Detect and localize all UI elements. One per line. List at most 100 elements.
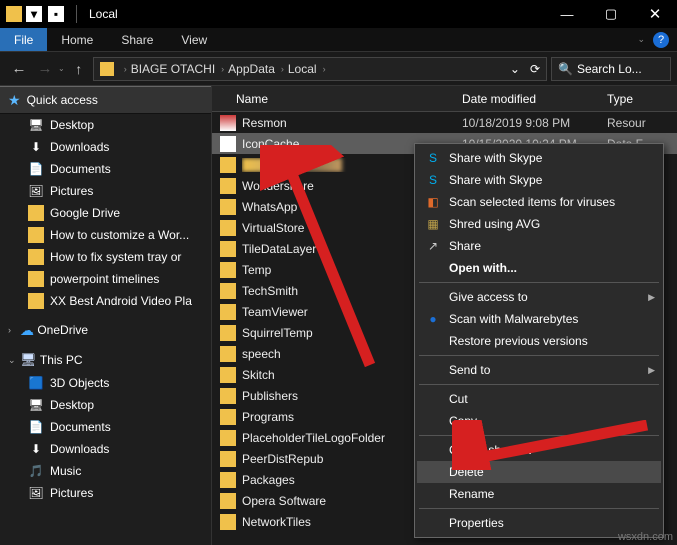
folder-icon <box>220 493 236 509</box>
folder-icon <box>220 367 236 383</box>
menu-item-icon <box>423 486 443 502</box>
view-tab[interactable]: View <box>167 28 221 51</box>
back-button[interactable]: ← <box>6 60 32 77</box>
forward-button[interactable]: → <box>32 60 58 77</box>
qat-icon[interactable]: ▾ <box>26 6 42 22</box>
sidebar-item[interactable]: 🟦3D Objects <box>0 372 211 394</box>
breadcrumb[interactable]: AppData <box>228 62 275 76</box>
sidebar-item-label: Desktop <box>50 398 94 412</box>
window-title: Local <box>89 7 118 21</box>
refresh-icon[interactable]: ⟳ <box>530 62 540 76</box>
context-menu-item[interactable]: ▦Shred using AVG <box>417 213 661 235</box>
file-icon <box>220 115 236 131</box>
sidebar-item[interactable]: 🎵Music <box>0 460 211 482</box>
item-icon: ⬇ <box>28 441 44 457</box>
sidebar-item-label: How to customize a Wor... <box>50 228 189 242</box>
sidebar-item[interactable]: 🖥Desktop <box>0 394 211 416</box>
menu-item-label: Scan selected items for viruses <box>449 195 661 209</box>
menu-item-icon: ◧ <box>423 194 443 210</box>
sidebar-item[interactable]: 📄Documents <box>0 416 211 438</box>
sidebar-item[interactable]: ⬇Downloads <box>0 438 211 460</box>
context-menu-item[interactable]: SShare with Skype <box>417 169 661 191</box>
sidebar-item-label: XX Best Android Video Pla <box>50 294 192 308</box>
file-row[interactable]: Resmon10/18/2019 9:08 PMResour <box>212 112 677 133</box>
item-icon <box>28 227 44 243</box>
sidebar-item[interactable]: 🖼Pictures <box>0 180 211 202</box>
context-menu-item[interactable]: Rename <box>417 483 661 505</box>
sidebar-item[interactable]: Google Drive <box>0 202 211 224</box>
folder-icon <box>220 451 236 467</box>
address-bar[interactable]: › BIAGE OTACHI › AppData › Local › ⌄ ⟳ <box>93 57 547 81</box>
close-button[interactable]: ✕ <box>633 0 677 28</box>
folder-icon <box>220 220 236 236</box>
context-menu-item[interactable]: Restore previous versions <box>417 330 661 352</box>
folder-icon <box>220 178 236 194</box>
context-menu-item[interactable]: Give access to▶ <box>417 286 661 308</box>
context-menu-item[interactable]: Open with... <box>417 257 661 279</box>
item-icon: 📄 <box>28 161 44 177</box>
sidebar-item[interactable]: How to customize a Wor... <box>0 224 211 246</box>
dropdown-icon[interactable]: ⌄ <box>510 62 520 76</box>
context-menu-item[interactable]: Cut <box>417 388 661 410</box>
folder-icon <box>220 472 236 488</box>
menu-item-label: Properties <box>449 516 661 530</box>
column-type[interactable]: Type <box>607 92 677 106</box>
menu-separator <box>419 435 659 436</box>
menu-item-icon: ▦ <box>423 216 443 232</box>
share-tab[interactable]: Share <box>107 28 167 51</box>
chevron-right-icon[interactable]: › <box>221 64 224 74</box>
sidebar-item[interactable]: 🖼Pictures <box>0 482 211 504</box>
context-menu-item[interactable]: Copy <box>417 410 661 432</box>
folder-icon <box>220 430 236 446</box>
cloud-icon: ☁ <box>20 322 34 339</box>
history-dropdown-icon[interactable]: ⌄ <box>58 64 65 73</box>
sidebar-item[interactable]: How to fix system tray or <box>0 246 211 268</box>
help-icon[interactable]: ? <box>653 32 669 48</box>
this-pc-group[interactable]: ⌄ 🖥 This PC <box>0 348 211 372</box>
sidebar-item-label: Documents <box>50 162 111 176</box>
chevron-down-icon[interactable]: ⌄ <box>8 355 20 366</box>
qat-icon[interactable]: ▪ <box>48 6 64 22</box>
home-tab[interactable]: Home <box>47 28 107 51</box>
folder-icon <box>220 199 236 215</box>
file-menu[interactable]: File <box>0 28 47 51</box>
menu-item-label: Delete <box>449 465 661 479</box>
menu-separator <box>419 355 659 356</box>
context-menu-item[interactable]: ●Scan with Malwarebytes <box>417 308 661 330</box>
chevron-right-icon[interactable]: › <box>124 64 127 74</box>
chevron-right-icon[interactable]: › <box>8 325 20 335</box>
context-menu-item[interactable]: Send to▶ <box>417 359 661 381</box>
context-menu-item[interactable]: Create shortcut <box>417 439 661 461</box>
pc-icon: 🖥 <box>20 352 37 368</box>
item-icon <box>28 293 44 309</box>
context-menu-item[interactable]: ↗Share <box>417 235 661 257</box>
file-icon <box>220 136 236 152</box>
ribbon-toggle-icon[interactable]: ⌄ <box>637 34 645 45</box>
sidebar-item[interactable]: XX Best Android Video Pla <box>0 290 211 312</box>
sidebar-item[interactable]: ⬇Downloads <box>0 136 211 158</box>
quick-access-header[interactable]: ★ Quick access <box>0 86 211 114</box>
chevron-right-icon[interactable]: › <box>323 64 326 74</box>
submenu-arrow-icon: ▶ <box>648 365 655 376</box>
sidebar-item[interactable]: 📄 Documents <box>0 158 211 180</box>
search-input[interactable]: 🔍 Search Lo... <box>551 57 671 81</box>
context-menu-item[interactable]: Delete <box>417 461 661 483</box>
sidebar-item[interactable]: powerpoint timelines <box>0 268 211 290</box>
menu-item-label: Copy <box>449 414 661 428</box>
item-icon: 🖥 <box>28 117 44 133</box>
minimize-button[interactable]: — <box>545 0 589 28</box>
context-menu-item[interactable]: ◧ Scan selected items for viruses <box>417 191 661 213</box>
context-menu-item[interactable]: SShare with Skype <box>417 147 661 169</box>
onedrive-group[interactable]: › ☁ OneDrive <box>0 318 211 342</box>
breadcrumb[interactable]: BIAGE OTACHI <box>131 62 215 76</box>
chevron-right-icon[interactable]: › <box>281 64 284 74</box>
breadcrumb[interactable]: Local <box>288 62 317 76</box>
column-name[interactable]: Name <box>212 92 462 106</box>
sidebar-item-label: Downloads <box>50 140 109 154</box>
sidebar-item-label: Desktop <box>50 118 94 132</box>
maximize-button[interactable]: ▢ <box>589 0 633 28</box>
column-date[interactable]: Date modified <box>462 92 607 106</box>
sidebar-item[interactable]: 🖥 Desktop <box>0 114 211 136</box>
up-button[interactable]: ↑ <box>69 61 89 77</box>
onedrive-label: OneDrive <box>37 323 88 337</box>
